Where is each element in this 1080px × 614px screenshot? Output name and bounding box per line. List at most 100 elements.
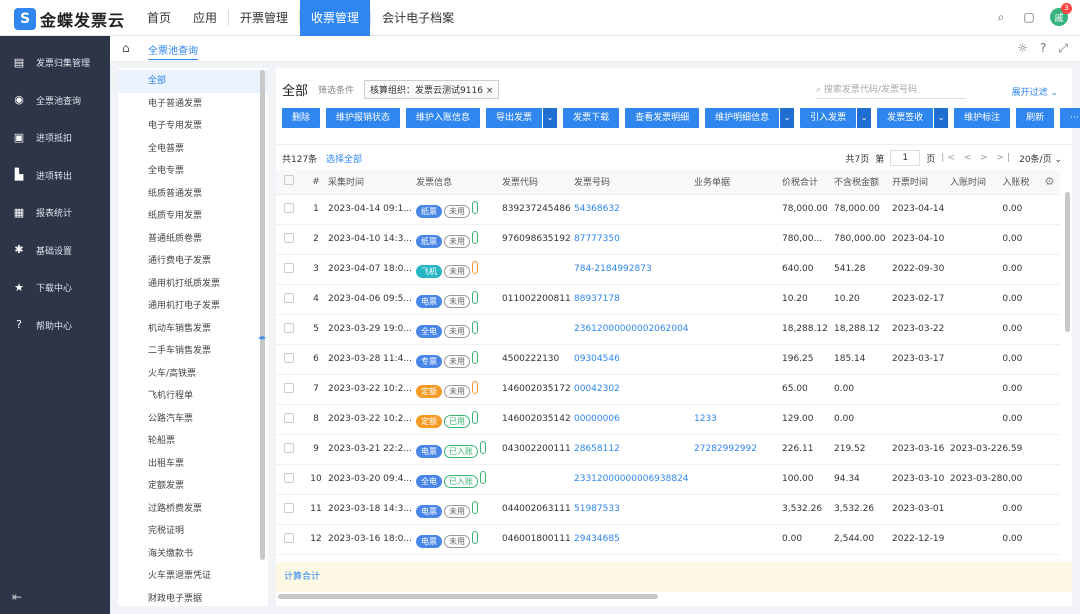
sidebar-item-1[interactable]: ◉ 全票池查询 [0,82,110,120]
table-row[interactable]: 8 2023-03-22 10:2... 定额 已用 146002035142 00000… [276,404,1060,435]
column-header[interactable]: 发票号码 [574,170,694,195]
tree-item[interactable]: 火车票退票凭证 [118,565,268,588]
column-header[interactable]: 入账时间 [950,170,1003,195]
column-header[interactable]: 发票信息 [416,170,502,195]
business-doc-link[interactable] [694,314,782,345]
column-header[interactable]: 采集时间 [328,170,416,195]
chevron-down-icon[interactable]: ⌄ [934,108,949,128]
business-doc-link[interactable]: 1233 [694,404,782,435]
nav-item-0[interactable]: 首页 [136,0,182,36]
tree-item[interactable]: 全电专票 [118,160,268,183]
row-checkbox-cell[interactable] [276,284,304,315]
invoice-number-link[interactable]: 29434685 [574,524,694,555]
chevron-down-icon[interactable]: ⌄ [780,108,795,128]
invoice-number-link[interactable]: 00042302 [574,374,694,405]
sum-footer[interactable]: 计算合计 [276,562,1072,592]
panel-splitter-icon[interactable]: ◂▸ [258,333,266,342]
toolbar-button[interactable]: 删除 [282,108,321,128]
sidebar-item-2[interactable]: ▣ 进项抵扣 [0,119,110,157]
invoice-number-link[interactable]: 23312000000006938824 [574,464,694,495]
checkbox[interactable] [284,532,294,543]
invoice-number-link[interactable]: 87777350 [574,224,694,255]
business-doc-link[interactable] [694,194,782,225]
row-checkbox-cell[interactable] [276,194,304,225]
table-row[interactable]: 3 2023-04-07 18:0... 飞机 未用 784-2184992873 640… [276,254,1060,285]
business-doc-link[interactable] [694,494,782,525]
toolbar-button[interactable]: 维护明细信息 [705,108,780,128]
shopping-bag-icon[interactable]: ▢ [1022,10,1036,24]
row-checkbox-cell[interactable] [276,494,304,525]
row-checkbox-cell[interactable] [276,434,304,465]
nav-item-1[interactable]: 应用 [182,0,228,36]
close-icon[interactable]: × [486,86,494,96]
tree-scrollbar[interactable] [260,70,265,560]
checkbox[interactable] [284,262,294,273]
checkbox[interactable] [284,352,294,363]
toolbar-button[interactable]: 发票下载 [563,108,620,128]
page-nav-icons[interactable]: |< < > >| [941,153,1013,163]
breadcrumb-tab[interactable]: 全票池查询 [148,42,198,60]
tree-item[interactable]: 火车/高铁票 [118,363,268,386]
table-row[interactable]: 5 2023-03-29 19:0... 全电 未用 23612000000002062… [276,314,1060,345]
business-doc-link[interactable] [694,254,782,285]
tree-item[interactable]: 过路桥费发票 [118,498,268,521]
tree-item[interactable]: 通行费电子发票 [118,250,268,273]
table-row[interactable]: 7 2023-03-22 10:2... 定额 未用 146002035172 00042… [276,374,1060,405]
invoice-number-link[interactable]: 23612000000002062004 [574,314,694,345]
table-row[interactable]: 6 2023-03-28 11:4... 专票 未用 4500222130 0930454… [276,344,1060,375]
checkbox[interactable] [284,292,294,303]
tree-item[interactable]: 全电普票 [118,138,268,161]
sidebar-item-4[interactable]: ▦ 报表统计 [0,194,110,232]
table-vertical-scrollbar[interactable] [1065,192,1070,332]
tree-item[interactable]: 普通纸质卷票 [118,228,268,251]
tree-item[interactable]: 电子普通发票 [118,93,268,116]
toolbar-button[interactable]: ··· [1060,108,1080,128]
page-input[interactable]: 1 [890,150,921,166]
toolbar-button[interactable]: 维护标注 [954,108,1011,128]
search-input[interactable]: ⌕ 搜索发票代码/发票号码 [816,82,966,99]
table-row[interactable]: 11 2023-03-18 14:3... 电票 未用 044002063111 5198… [276,494,1060,525]
tree-item[interactable]: 定额发票 [118,475,268,498]
sidebar-item-6[interactable]: ★ 下载中心 [0,269,110,307]
column-header[interactable]: 业务单据 [694,170,782,195]
checkbox[interactable] [284,472,294,483]
select-all-link[interactable]: 选择全部 [326,152,362,165]
table-row[interactable]: 1 2023-04-14 09:1... 纸票 未用 839237245486 54368… [276,194,1060,225]
home-icon[interactable]: ⌂ [122,41,130,55]
search-icon[interactable]: ⌕ [994,10,1008,24]
row-checkbox-cell[interactable] [276,344,304,375]
checkbox[interactable] [284,502,294,513]
nav-item-2[interactable]: 开票管理 [229,0,299,36]
tree-item[interactable]: 纸质专用发票 [118,205,268,228]
nav-item-4[interactable]: 会计电子档案 [371,0,465,36]
sidebar-item-7[interactable]: ? 帮助中心 [0,307,110,345]
chevron-down-icon[interactable]: ⌄ [857,108,872,128]
tree-item[interactable]: 通用机打电子发票 [118,295,268,318]
column-header[interactable]: 发票代码 [502,170,574,195]
checkbox[interactable] [284,442,294,453]
row-checkbox-cell[interactable] [276,314,304,345]
tree-item[interactable]: 飞机行程单 [118,385,268,408]
row-checkbox-cell[interactable] [276,374,304,405]
table-horizontal-scrollbar[interactable] [278,594,658,599]
tree-item[interactable]: 完税证明 [118,520,268,543]
collapse-sidebar-icon[interactable]: ⇤ [12,590,22,604]
business-doc-link[interactable] [694,374,782,405]
help-icon[interactable]: ? [1040,41,1046,56]
sidebar-item-5[interactable]: ✱ 基础设置 [0,232,110,270]
toolbar-button[interactable]: 引入发票 [800,108,857,128]
toolbar-button[interactable]: 发票签收 [877,108,934,128]
row-checkbox-cell[interactable] [276,524,304,555]
row-checkbox-cell[interactable] [276,224,304,255]
business-doc-link[interactable] [694,524,782,555]
tree-item[interactable]: 公路汽车票 [118,408,268,431]
toolbar-button[interactable]: 刷新 [1016,108,1055,128]
table-row[interactable]: 9 2023-03-21 22:2... 电票 已入账 043002200111 2865… [276,434,1060,465]
invoice-number-link[interactable]: 28658112 [574,434,694,465]
toolbar-button[interactable]: 维护入账信息 [406,108,481,128]
fullscreen-icon[interactable]: ⤢ [1058,41,1068,56]
select-all-checkbox-cell[interactable] [276,170,304,195]
table-row[interactable]: 4 2023-04-06 09:5... 电票 未用 011002200811 88937… [276,284,1060,315]
checkbox[interactable] [284,202,294,213]
tree-item[interactable]: 出租车票 [118,453,268,476]
